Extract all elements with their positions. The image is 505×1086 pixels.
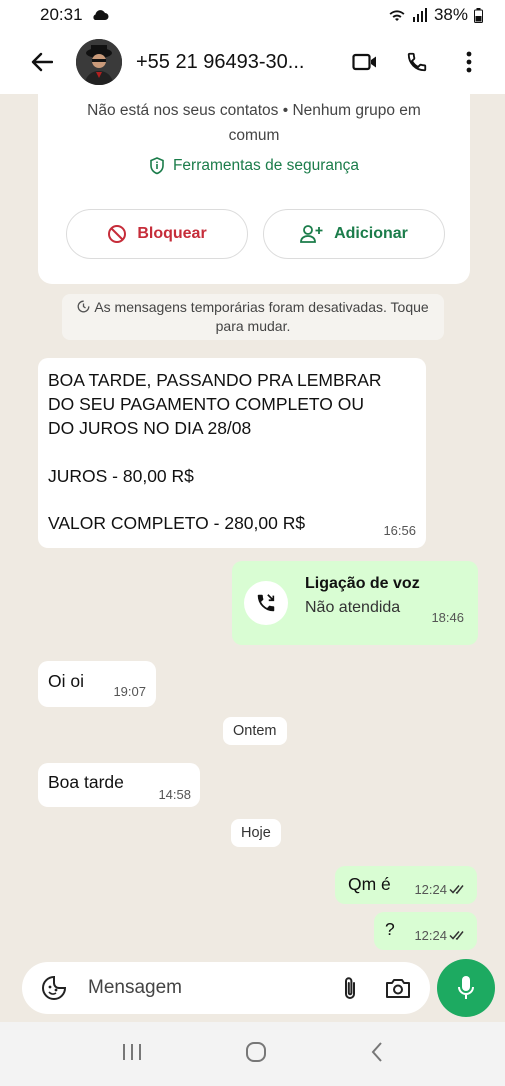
message-line: DO SEU PAGAMENTO COMPLETO OU — [48, 394, 365, 414]
message-input[interactable]: Mensagem — [88, 977, 330, 999]
video-call-icon — [352, 53, 376, 71]
battery-icon — [474, 7, 483, 23]
security-tools-label: Ferramentas de segurança — [172, 157, 360, 174]
back-nav-icon — [371, 1041, 382, 1062]
status-right: 38% — [388, 5, 483, 25]
message-time: 18:46 — [431, 610, 464, 625]
phone-icon — [407, 52, 427, 72]
block-button[interactable]: Bloquear — [66, 209, 248, 259]
back-nav-button[interactable] — [370, 1041, 384, 1068]
read-ticks-icon — [449, 885, 464, 894]
more-vert-icon — [466, 51, 472, 73]
back-arrow-icon — [31, 52, 53, 72]
voice-call-button[interactable] — [395, 40, 439, 84]
status-bar: 20:31 38% — [0, 0, 505, 30]
missed-voice-call-bubble[interactable]: Ligação de voz Não atendida 18:46 — [232, 561, 478, 645]
message-bubble-incoming[interactable]: Boa tarde 14:58 — [38, 763, 200, 807]
missed-call-icon — [257, 594, 275, 612]
battery-percent: 38% — [433, 5, 468, 24]
block-icon — [108, 225, 127, 243]
security-tools-link[interactable]: Ferramentas de segurança — [38, 157, 470, 175]
read-ticks-icon — [449, 931, 464, 940]
missed-call-button[interactable] — [244, 581, 288, 625]
avatar[interactable] — [76, 39, 122, 85]
add-contact-button[interactable]: Adicionar — [263, 209, 445, 259]
wifi-icon — [389, 10, 405, 21]
camera-button[interactable] — [378, 968, 418, 1008]
avatar-image — [76, 39, 122, 85]
message-bubble-outgoing[interactable]: Qm é 12:24 — [335, 866, 477, 904]
message-text: ? — [385, 919, 395, 939]
shield-icon — [150, 157, 164, 175]
disappearing-messages-note[interactable]: As mensagens temporárias foram desativad… — [62, 294, 444, 340]
chat-area[interactable]: Não está nos seus contatos • Nenhum grup… — [0, 94, 505, 962]
message-time: 19:07 — [113, 684, 146, 699]
message-text: Boa tarde — [48, 772, 124, 792]
attach-icon — [345, 977, 355, 999]
message-bubble-incoming[interactable]: Oi oi 19:07 — [38, 661, 156, 707]
recents-icon — [123, 1043, 142, 1060]
back-button[interactable] — [22, 42, 62, 82]
camera-icon — [386, 979, 410, 998]
add-contact-label: Adicionar — [334, 225, 408, 242]
cloud-icon — [92, 10, 109, 20]
voice-message-button[interactable] — [437, 959, 495, 1017]
call-status: Não atendida — [305, 599, 401, 616]
message-time: 16:56 — [383, 523, 416, 538]
status-left: 20:31 — [40, 5, 109, 25]
more-options-button[interactable] — [447, 40, 491, 84]
message-line: JUROS - 80,00 R$ — [48, 466, 194, 486]
contact-name[interactable]: +55 21 96493-30... — [136, 51, 335, 74]
timer-icon — [77, 300, 90, 313]
message-bubble-incoming[interactable]: BOA TARDE, PASSANDO PRA LEMBRAR DO SEU P… — [38, 358, 426, 548]
message-time: 12:24 — [414, 882, 447, 897]
attach-button[interactable] — [330, 968, 370, 1008]
mic-icon — [458, 976, 474, 999]
video-call-button[interactable] — [343, 40, 387, 84]
message-time: 12:24 — [414, 928, 447, 943]
add-person-icon — [300, 225, 323, 243]
call-title: Ligação de voz — [305, 575, 420, 592]
recents-button[interactable] — [121, 1042, 143, 1067]
message-line: VALOR COMPLETO - 280,00 R$ — [48, 513, 306, 533]
chat-header: +55 21 96493-30... — [0, 30, 505, 94]
contact-info-text: Não está nos seus contatos • Nenhum grup… — [87, 102, 421, 144]
message-text: Oi oi — [48, 671, 84, 691]
sticker-icon — [42, 975, 67, 1000]
home-button[interactable] — [245, 1041, 267, 1068]
date-separator: Ontem — [223, 717, 287, 745]
message-line: BOA TARDE, PASSANDO PRA LEMBRAR — [48, 370, 382, 390]
message-bubble-outgoing[interactable]: ? 12:24 — [374, 912, 477, 950]
home-icon — [246, 1041, 267, 1062]
signal-icon — [412, 8, 427, 22]
status-time: 20:31 — [40, 5, 83, 24]
disappearing-messages-text: As mensagens temporárias foram desativad… — [94, 299, 429, 334]
sticker-button[interactable] — [34, 968, 74, 1008]
date-separator: Hoje — [231, 819, 281, 847]
system-nav-bar — [0, 1022, 505, 1086]
contact-info-card: Não está nos seus contatos • Nenhum grup… — [38, 94, 470, 284]
message-text: Qm é — [348, 874, 391, 894]
block-label: Bloquear — [137, 225, 207, 242]
message-time: 14:58 — [158, 787, 191, 802]
message-line: DO JUROS NO DIA 28/08 — [48, 418, 252, 438]
message-composer[interactable]: Mensagem — [22, 962, 430, 1014]
